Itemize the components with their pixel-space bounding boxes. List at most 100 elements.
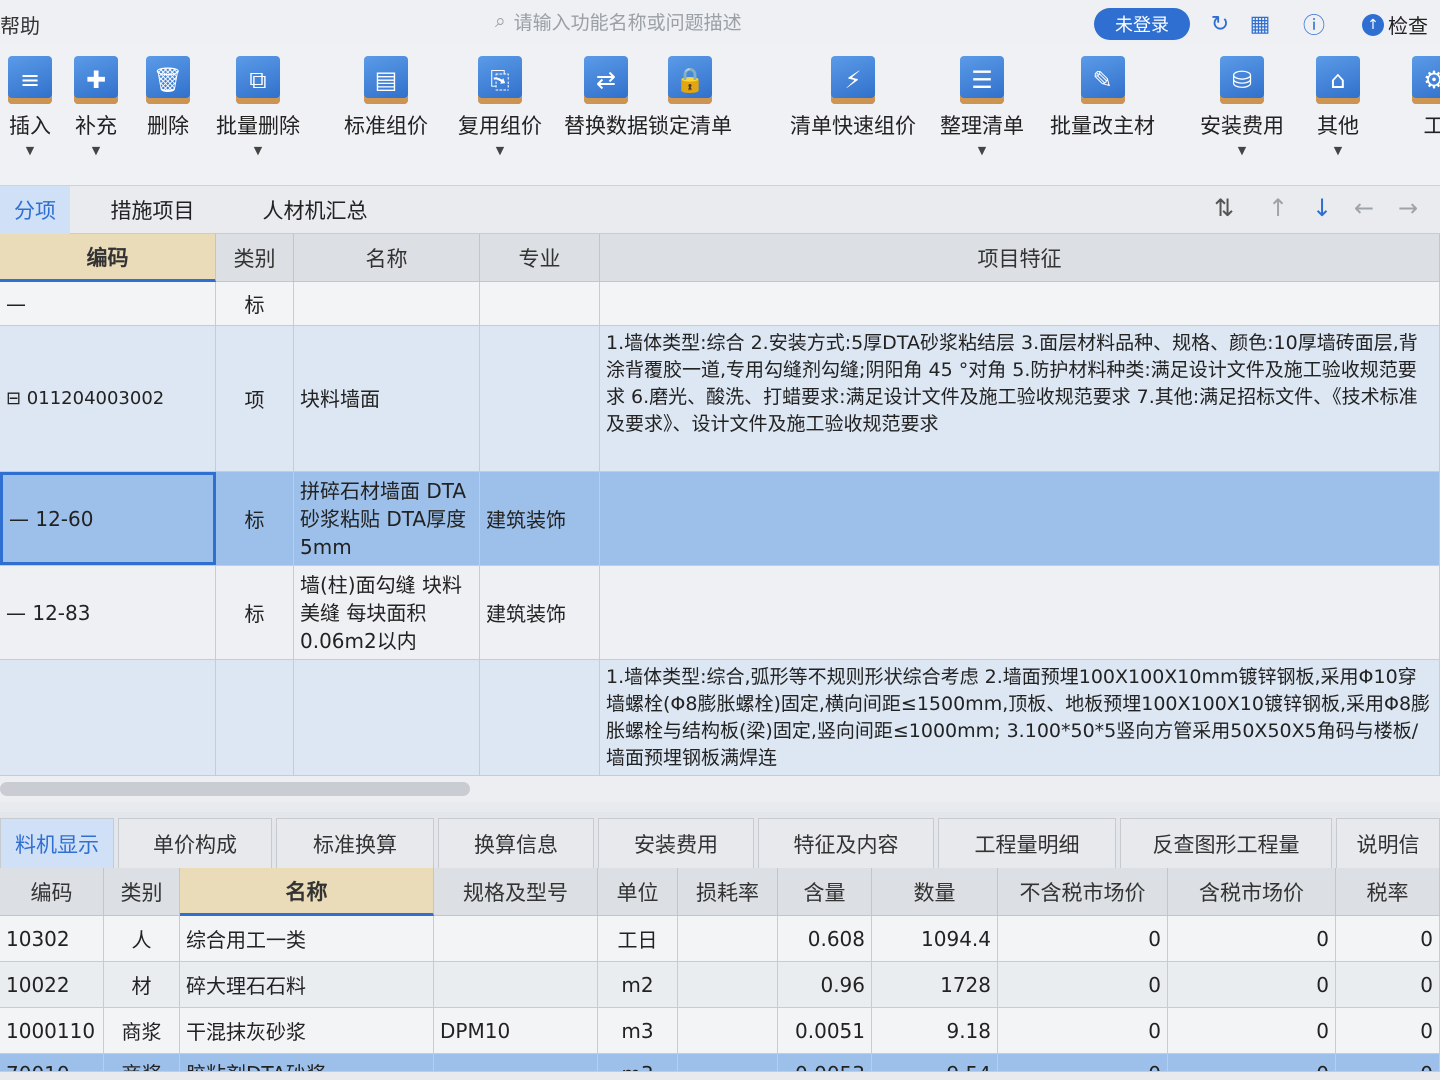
- chevron-down-icon[interactable]: ▼: [26, 144, 34, 157]
- bottom-cell-tax: 0: [1336, 1008, 1440, 1053]
- cell-name: 墙(柱)面勾缝 块料美缝 每块面积0.06m2以内: [294, 566, 480, 659]
- ribbon-button-label: 安装费用: [1200, 114, 1284, 138]
- bottom-tab-7[interactable]: 反查图形工程量: [1120, 818, 1332, 868]
- ribbon-button-11[interactable]: ⛁ 安装费用 ▼: [1200, 56, 1284, 184]
- ribbon-button-5[interactable]: ⎘ 复用组价 ▼: [458, 56, 542, 184]
- tab-labor-material-summary[interactable]: 人材机汇总: [235, 186, 395, 234]
- header-code[interactable]: 编码: [0, 234, 216, 282]
- bottom-header-name[interactable]: 名称: [180, 868, 434, 916]
- ribbon-button-3[interactable]: ⧉ 批量删除 ▼: [216, 56, 300, 184]
- bottom-table-row[interactable]: 1000110 商浆 干混抹灰砂浆 DPM10 m3 0.0051 9.18 0 0 0: [0, 1008, 1440, 1054]
- ribbon-button-6[interactable]: ⇄ 替换数据: [564, 56, 648, 184]
- bottom-cell-qty: 1728: [872, 962, 998, 1007]
- bottom-tab-bar: 料机显示 单价构成 标准换算 换算信息 安装费用 特征及内容 工程量明细 反查图形工程量 说明信: [0, 812, 1440, 868]
- cell-code: — 12-83: [0, 566, 216, 659]
- bottom-header-loss-rate[interactable]: 损耗率: [678, 868, 778, 916]
- table-row[interactable]: 1.墙体类型:综合,弧形等不规则形状综合考虑 2.墙面预埋100X100X10m…: [0, 660, 1440, 776]
- ribbon-button-0[interactable]: ≡ 插入 ▼: [8, 56, 52, 184]
- bottom-header-tax-rate[interactable]: 税率: [1336, 868, 1440, 916]
- table-row[interactable]: — 12-83 标 墙(柱)面勾缝 块料美缝 每块面积0.06m2以内 建筑装饰: [0, 566, 1440, 660]
- ribbon-button-8[interactable]: ⚡ 清单快速组价: [790, 56, 916, 184]
- login-button[interactable]: 未登录: [1094, 8, 1190, 40]
- header-specialty[interactable]: 专业: [480, 234, 600, 282]
- horizontal-scrollbar[interactable]: [0, 776, 1440, 802]
- bottom-cell-loss: [678, 962, 778, 1007]
- bottom-tab-1[interactable]: 单价构成: [118, 818, 272, 868]
- arrow-left-icon[interactable]: ←: [1354, 194, 1374, 222]
- bottom-table-row[interactable]: 10022 材碎大理石石料 m2 0.96 1728 0 0 0: [0, 962, 1440, 1008]
- bottom-header-type[interactable]: 类别: [104, 868, 180, 916]
- bottom-tab-5[interactable]: 特征及内容: [758, 818, 934, 868]
- ribbon-button-13[interactable]: ⚙ 工: [1412, 56, 1440, 184]
- ribbon-button-label: 其他: [1317, 114, 1359, 138]
- chevron-down-icon[interactable]: ▼: [1238, 144, 1246, 157]
- ribbon-button-4[interactable]: ▤ 标准组价: [344, 56, 428, 184]
- bottom-header-price-incl-tax[interactable]: 含税市场价: [1168, 868, 1336, 916]
- bottom-tab-0[interactable]: 料机显示: [0, 818, 114, 868]
- ribbon-button-label: 锁定清单: [648, 114, 732, 138]
- ribbon-button-1[interactable]: ✚ 补充 ▼: [74, 56, 118, 184]
- bottom-cell-type: 商浆: [104, 1054, 180, 1071]
- header-features[interactable]: 项目特征: [600, 234, 1440, 282]
- cell-specialty: 建筑装饰: [480, 472, 600, 565]
- bottom-tab-4[interactable]: 安装费用: [598, 818, 754, 868]
- bottom-header-price-excl-tax[interactable]: 不含税市场价: [998, 868, 1168, 916]
- chevron-down-icon[interactable]: ▼: [978, 144, 986, 157]
- search-input[interactable]: ⌕ 请输入功能名称或问题描述: [495, 6, 855, 36]
- bottom-header-quantity[interactable]: 数量: [872, 868, 998, 916]
- cell-code[interactable]: — 12-60: [0, 472, 216, 565]
- bottom-tab-6[interactable]: 工程量明细: [938, 818, 1116, 868]
- arrow-up-icon[interactable]: ↑: [1268, 194, 1288, 222]
- header-name[interactable]: 名称: [294, 234, 480, 282]
- bottom-tab-2[interactable]: 标准换算: [276, 818, 434, 868]
- tab-measures[interactable]: 措施项目: [70, 186, 235, 234]
- table-row[interactable]: — 标: [0, 282, 1440, 326]
- bottom-cell-code: 10302: [0, 916, 104, 961]
- table-row[interactable]: ⊟ 011204003002 项 块料墙面 1.墙体类型:综合 2.安装方式:5…: [0, 326, 1440, 472]
- chevron-down-icon[interactable]: ▼: [496, 144, 504, 157]
- help-menu[interactable]: 帮助: [0, 10, 40, 39]
- scrollbar-thumb[interactable]: [0, 782, 470, 796]
- bottom-header-content[interactable]: 含量: [778, 868, 872, 916]
- ribbon-button-9[interactable]: ☰ 整理清单 ▼: [940, 56, 1024, 184]
- bottom-cell-name: 胶粘剂DTA砂浆: [180, 1054, 434, 1071]
- bottom-cell-code: 10022: [0, 962, 104, 1007]
- sort-icon[interactable]: ⇅: [1214, 194, 1234, 222]
- ribbon-button-7[interactable]: 🔒 锁定清单: [648, 56, 732, 184]
- bottom-cell-tax: 0: [1336, 1054, 1440, 1071]
- tab-subitem[interactable]: 分项: [0, 186, 70, 234]
- cell-features: [600, 282, 1440, 325]
- ribbon-button-label: 删除: [147, 114, 189, 138]
- bottom-cell-tax: 0: [1336, 962, 1440, 1007]
- chevron-down-icon[interactable]: ▼: [92, 144, 100, 157]
- chevron-down-icon[interactable]: ▼: [1334, 144, 1342, 157]
- header-type[interactable]: 类别: [216, 234, 294, 282]
- table-row-selected[interactable]: — 12-60 标 拼碎石材墙面 DTA砂浆粘贴 DTA厚度5mm 建筑装饰: [0, 472, 1440, 566]
- bottom-tab-8[interactable]: 说明信: [1336, 818, 1440, 868]
- check-button[interactable]: ↑ 检查: [1362, 10, 1428, 39]
- ribbon-button-label: 补充: [75, 114, 117, 138]
- bottom-table-row[interactable]: 10302 人综合用工一类 工日 0.608 1094.4 0 0 0: [0, 916, 1440, 962]
- ribbon-button-12[interactable]: ⌂ 其他 ▼: [1316, 56, 1360, 184]
- cell-name: [294, 282, 480, 325]
- bottom-header-code[interactable]: 编码: [0, 868, 104, 916]
- ribbon-button-2[interactable]: 🗑 删除: [146, 56, 190, 184]
- bottom-cell-code: 1000110: [0, 1008, 104, 1053]
- bottom-cell-model: [434, 916, 598, 961]
- refresh-icon[interactable]: ↻: [1206, 10, 1234, 38]
- chevron-down-icon[interactable]: ▼: [254, 144, 262, 157]
- bottom-cell-type: 人: [104, 916, 180, 961]
- grid-menu-icon[interactable]: ▦: [1246, 10, 1274, 38]
- info-icon[interactable]: ⓘ: [1300, 10, 1328, 39]
- bottom-cell-loss: [678, 1054, 778, 1071]
- bottom-table-row[interactable]: 70010商浆胶粘剂DTA砂浆m30.00539.54000: [0, 1054, 1440, 1072]
- supplement-icon: ✚: [74, 56, 118, 104]
- bottom-header-model[interactable]: 规格及型号: [434, 868, 598, 916]
- bottom-header-unit[interactable]: 单位: [598, 868, 678, 916]
- search-placeholder: 请输入功能名称或问题描述: [513, 11, 742, 34]
- ribbon-button-10[interactable]: ✎ 批量改主材: [1050, 56, 1155, 184]
- arrow-down-icon[interactable]: ↓: [1312, 194, 1332, 222]
- bottom-tab-3[interactable]: 换算信息: [438, 818, 594, 868]
- arrow-right-icon[interactable]: →: [1398, 194, 1418, 222]
- bottom-cell-unit: 工日: [598, 916, 678, 961]
